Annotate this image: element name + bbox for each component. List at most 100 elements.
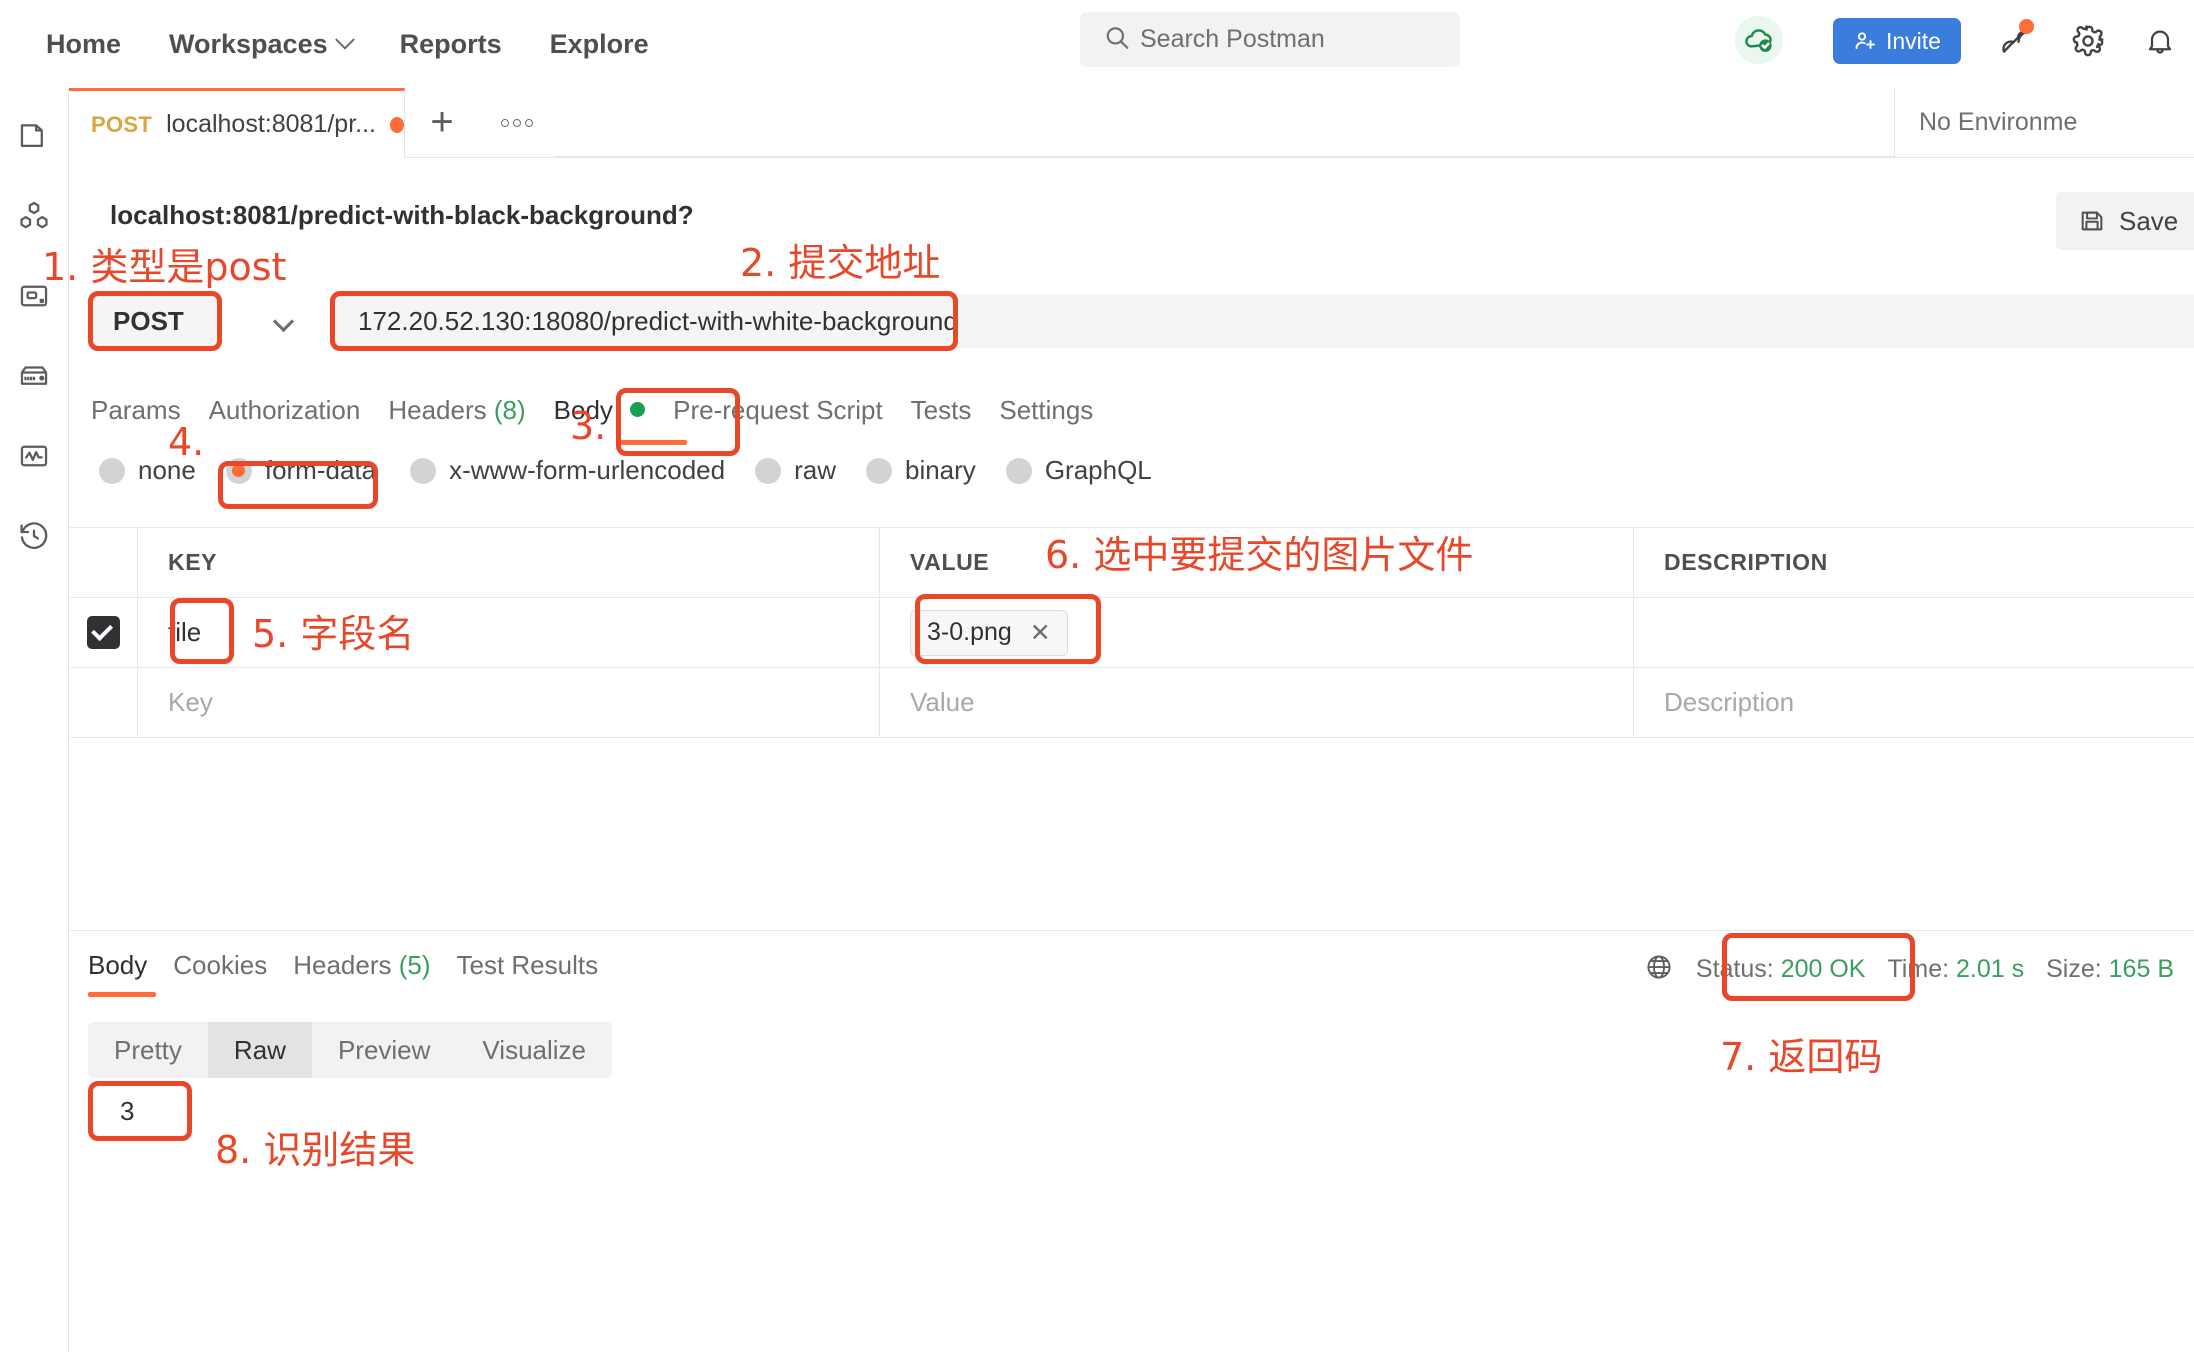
globe-icon[interactable] <box>1644 952 1674 987</box>
new-tab-button[interactable]: + <box>405 88 479 157</box>
invite-button[interactable]: Invite <box>1833 18 1961 64</box>
placeholder-description-cell[interactable]: Description <box>1634 668 2194 737</box>
response-time: Time: 2.01 s <box>1887 955 2024 984</box>
body-type-urlencoded-label: x-www-form-urlencoded <box>449 455 726 485</box>
response-section-divider <box>69 930 2194 931</box>
file-name: 3-0.png <box>927 618 1012 646</box>
row-key-cell[interactable]: file <box>138 598 880 667</box>
body-type-graphql[interactable]: GraphQL <box>1005 455 1152 486</box>
save-button[interactable]: Save <box>2056 192 2194 250</box>
annotation-8: 8. 识别结果 <box>215 1128 416 1172</box>
bell-icon[interactable] <box>2136 17 2184 65</box>
status-badge[interactable]: Status: 200 OK <box>1696 955 1866 984</box>
history-icon[interactable] <box>8 510 60 562</box>
http-method-selector[interactable]: POST <box>91 294 219 348</box>
satellite-icon[interactable] <box>1992 17 2040 65</box>
nav-home-label: Home <box>46 28 122 59</box>
request-tab-method: POST <box>91 111 153 137</box>
annotation-7: 7. 返回码 <box>1720 1035 1883 1079</box>
cloud-sync-status[interactable] <box>1735 16 1783 64</box>
nav-reports[interactable]: Reports <box>376 29 526 60</box>
placeholder-value-cell[interactable]: Value <box>880 668 1634 737</box>
body-type-binary-label: binary <box>904 455 976 485</box>
placeholder-key-cell[interactable]: Key <box>138 668 880 737</box>
tab-settings[interactable]: Settings <box>999 395 1121 442</box>
body-type-raw[interactable]: raw <box>755 455 836 486</box>
view-mode-raw[interactable]: Raw <box>207 1022 312 1078</box>
status-value: 200 OK <box>1780 955 1866 983</box>
tab-pre-request-script[interactable]: Pre-request Script <box>673 395 911 442</box>
placeholder-value-text: Value <box>910 687 975 717</box>
body-type-raw-label: raw <box>794 455 836 485</box>
collections-icon[interactable] <box>8 110 60 162</box>
placeholder-checkbox-cell <box>69 668 138 737</box>
response-body-text: 3 <box>120 1096 135 1126</box>
column-header-key: KEY <box>168 549 218 575</box>
apis-icon[interactable] <box>8 190 60 242</box>
table-header-checkbox-cell <box>69 528 138 597</box>
tab-tests[interactable]: Tests <box>911 395 1000 442</box>
tab-headers[interactable]: Headers (8) <box>388 395 553 442</box>
response-tab-body[interactable]: Body <box>88 950 173 995</box>
body-type-radio-group: none form-data x-www-form-urlencoded raw… <box>99 455 1182 486</box>
table-bottom-divider <box>69 737 2194 738</box>
response-tab-test-results[interactable]: Test Results <box>457 950 625 995</box>
body-has-content-dot <box>630 402 646 417</box>
body-type-binary[interactable]: binary <box>865 455 976 486</box>
view-mode-visualize[interactable]: Visualize <box>456 1022 612 1078</box>
annotation-box-response-body <box>88 1081 192 1141</box>
row-value-cell[interactable]: 3-0.png ✕ <box>880 598 1634 667</box>
response-tab-headers[interactable]: Headers (5) <box>293 950 456 995</box>
view-mode-preview[interactable]: Preview <box>312 1022 456 1078</box>
body-type-form-data-label: form-data <box>264 455 377 485</box>
annotation-4: 4. <box>168 420 205 464</box>
invite-icon <box>1855 32 1875 49</box>
gear-icon[interactable] <box>2064 17 2112 65</box>
unsaved-indicator-dot <box>389 116 404 133</box>
nav-explore-label: Explore <box>549 28 649 59</box>
response-tab-body-label: Body <box>88 950 148 980</box>
nav-explore[interactable]: Explore <box>526 29 673 60</box>
size-value: 165 B <box>2108 955 2174 983</box>
response-tab-cookies[interactable]: Cookies <box>173 950 293 995</box>
tab-pre-request-script-label: Pre-request Script <box>673 395 883 425</box>
environment-selector[interactable]: No Environme <box>1894 88 2194 157</box>
notification-dot <box>2019 19 2034 34</box>
response-section-tabs: Body Cookies Headers (5) Test Results <box>88 950 624 995</box>
mock-servers-icon[interactable] <box>8 350 60 402</box>
annotation-2: 2. 提交地址 <box>740 241 941 285</box>
top-navigation-bar: Home Workspaces Reports Explore Search P… <box>0 0 2194 88</box>
tab-authorization[interactable]: Authorization <box>209 395 389 442</box>
body-type-urlencoded[interactable]: x-www-form-urlencoded <box>410 455 725 486</box>
monitors-icon[interactable] <box>8 430 60 482</box>
tab-headers-count: (8) <box>493 395 526 425</box>
column-header-description: DESCRIPTION <box>1664 549 1828 575</box>
request-tab-active[interactable]: POST localhost:8081/pr... <box>69 88 405 158</box>
row-description-cell[interactable] <box>1634 598 2194 667</box>
column-header-value: VALUE <box>910 549 990 575</box>
response-size: Size: 165 B <box>2046 955 2174 984</box>
body-type-form-data[interactable]: form-data <box>225 455 377 486</box>
nav-home[interactable]: Home <box>22 29 145 60</box>
url-input[interactable]: 172.20.52.130:18080/predict-with-white-b… <box>336 294 2194 348</box>
response-status-area: Status: 200 OK Time: 2.01 s Size: 165 B <box>1644 952 2174 987</box>
chevron-down-icon[interactable] <box>272 310 295 333</box>
radio-icon <box>410 457 437 484</box>
remove-file-icon[interactable]: ✕ <box>1030 618 1051 648</box>
annotation-6: 6. 选中要提交的图片文件 <box>1045 533 1474 577</box>
radio-icon <box>1005 457 1032 484</box>
view-mode-pretty[interactable]: Pretty <box>88 1022 208 1078</box>
annotation-3: 3. <box>570 404 607 448</box>
nav-workspaces[interactable]: Workspaces <box>145 29 376 60</box>
radio-icon-selected <box>225 457 252 484</box>
file-chip[interactable]: 3-0.png ✕ <box>910 609 1068 656</box>
response-view-mode-switch: Pretty Raw Preview Visualize <box>88 1022 613 1078</box>
nav-workspaces-label: Workspaces <box>169 28 328 59</box>
tab-options-icon[interactable] <box>479 88 555 157</box>
size-label: Size: <box>2046 955 2102 983</box>
search-input[interactable]: Search Postman <box>1080 12 1460 67</box>
save-icon <box>2081 211 2103 231</box>
row-enabled-checkbox[interactable] <box>86 616 120 649</box>
search-placeholder: Search Postman <box>1140 25 1325 53</box>
table-placeholder-row[interactable]: Key Value Description <box>69 667 2194 737</box>
